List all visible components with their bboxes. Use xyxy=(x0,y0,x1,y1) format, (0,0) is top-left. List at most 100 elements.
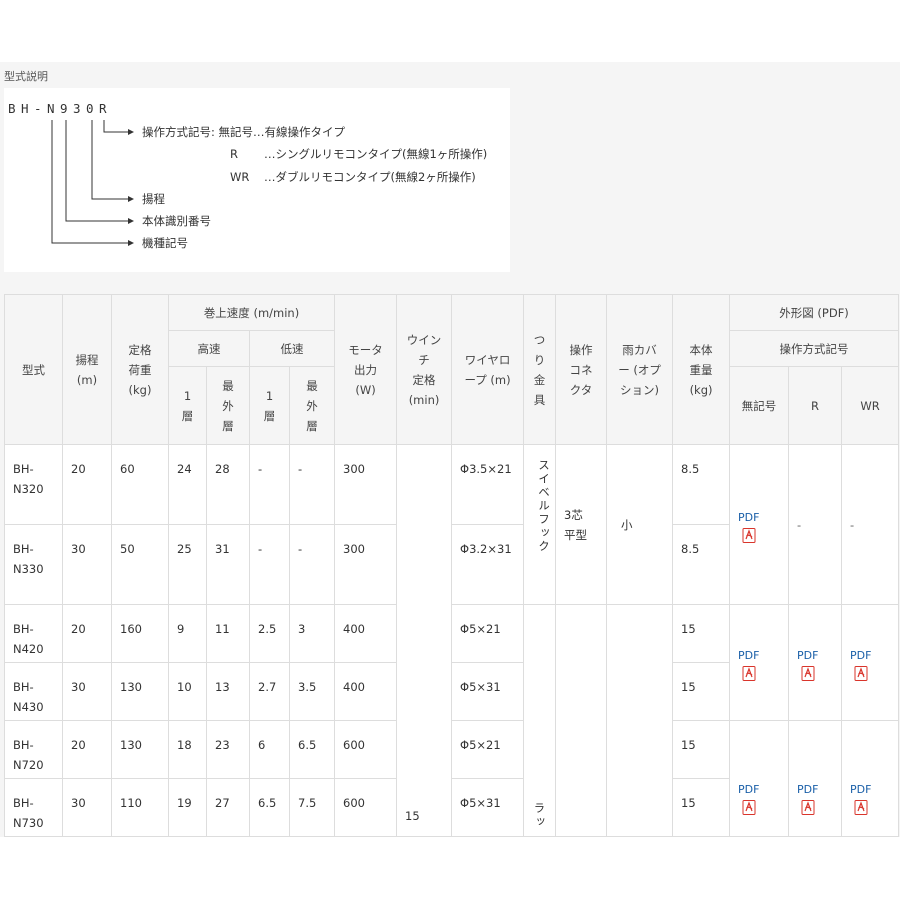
cell-pdf-r-n3: - xyxy=(788,444,843,605)
model-code-diagram: B H - N 9 3 0 R 操作方式記号: 無記号…有線操作タイプ R …シ… xyxy=(8,101,487,250)
code-char-3: 3 xyxy=(73,101,81,116)
cell-high-layer1: 24 xyxy=(168,444,207,525)
pdf-link-n4-wr[interactable]: PDF xyxy=(850,648,871,681)
cell-lift: 30 xyxy=(62,524,112,605)
cell-model: BH- N730 xyxy=(4,778,63,837)
pdf-icon xyxy=(742,527,756,543)
lift-label: 揚程 xyxy=(142,192,165,206)
code-char-0: 0 xyxy=(86,101,94,116)
header-weight: 本体 重量 (kg) xyxy=(672,294,731,445)
option-wr-desc: …ダブルリモコンタイプ(無線2ヶ所操作) xyxy=(264,170,476,184)
cell-connector-empty xyxy=(555,604,608,837)
pdf-icon xyxy=(742,665,756,681)
header-low-speed: 低速 xyxy=(248,330,336,367)
header-op-wr: WR xyxy=(841,366,900,445)
operation-type-label: 操作方式記号: 無記号…有線操作タイプ xyxy=(142,125,346,139)
cell-high-layer1: 25 xyxy=(168,524,207,605)
cell-wire: Φ5×31 xyxy=(451,778,525,837)
cell-wire: Φ3.5×21 xyxy=(451,444,525,525)
cell-high-layer1: 19 xyxy=(168,778,207,837)
pdf-link-n7-r[interactable]: PDF xyxy=(797,782,818,815)
cell-wire: Φ5×21 xyxy=(451,604,525,663)
header-wire: ワイヤロ ープ (m) xyxy=(451,294,525,445)
cell-high-outer: 11 xyxy=(206,604,250,663)
header-low-layer1: 1 層 xyxy=(249,366,290,445)
header-motor: モータ 出力 (W) xyxy=(334,294,398,445)
code-char-dash: - xyxy=(34,101,42,116)
code-connector-lines xyxy=(51,120,128,244)
cell-model: BH- N430 xyxy=(4,662,63,721)
cell-low-outer: 6.5 xyxy=(288,720,336,779)
header-op-r: R xyxy=(788,366,843,445)
cell-low-layer1: 6.5 xyxy=(249,778,290,837)
cell-weight: 15 xyxy=(672,662,731,721)
cell-load: 130 xyxy=(111,720,169,779)
cell-lift: 20 xyxy=(62,604,112,663)
cell-load: 110 xyxy=(111,778,169,837)
cell-motor: 400 xyxy=(334,662,398,721)
header-cover: 雨カバ ー (オプ ション) xyxy=(606,294,674,445)
header-hook: つ り 金 具 xyxy=(523,294,557,445)
cell-motor: 600 xyxy=(334,720,398,779)
cell-connector: 3芯 平型 xyxy=(555,444,608,605)
cell-load: 160 xyxy=(111,604,169,663)
option-wr-code: WR xyxy=(230,170,249,184)
cell-cover: 小 xyxy=(606,444,674,605)
header-high-layer1: 1 層 xyxy=(168,366,207,445)
cell-pdf-wr-n4: PDF xyxy=(841,604,900,721)
cell-low-outer: 3 xyxy=(288,604,336,663)
model-code-explanation: B H - N 9 3 0 R 操作方式記号: 無記号…有線操作タイプ R …シ… xyxy=(4,88,510,272)
dash: - xyxy=(797,517,802,532)
cell-model: BH- N330 xyxy=(4,524,63,605)
cell-high-outer: 23 xyxy=(206,720,250,779)
pdf-link-n3-none[interactable]: PDF xyxy=(738,510,759,543)
table-row: BH- N720 20 130 18 23 6 6.5 600 Φ5×21 15… xyxy=(4,720,900,837)
cell-low-layer1: 6 xyxy=(249,720,290,779)
cell-lift: 30 xyxy=(62,662,112,721)
cell-motor: 600 xyxy=(334,778,398,837)
pdf-label: PDF xyxy=(797,648,819,662)
cell-motor: 400 xyxy=(334,604,398,663)
cell-weight: 15 xyxy=(672,778,731,837)
cell-high-outer: 28 xyxy=(206,444,250,525)
cell-hook-latch: ラッ xyxy=(523,604,557,837)
header-op-symbol: 操作方式記号 xyxy=(729,330,900,367)
cell-pdf-none-n7: PDF xyxy=(729,720,790,837)
cell-low-outer: - xyxy=(288,444,336,525)
header-lift: 揚程 (m) xyxy=(62,294,112,445)
pdf-icon xyxy=(854,665,868,681)
table-row: BH- N320 20 60 24 28 - - 300 15 Φ3.5×21 … xyxy=(4,444,900,837)
code-char-h: H xyxy=(21,101,29,116)
cell-motor: 300 xyxy=(334,524,398,605)
cell-model: BH- N420 xyxy=(4,604,63,663)
header-winch: ウイン チ 定格 (min) xyxy=(396,294,453,445)
cell-winch: 15 xyxy=(396,444,453,837)
header-load: 定格 荷重 (kg) xyxy=(111,294,169,445)
pdf-link-n4-none[interactable]: PDF xyxy=(738,648,759,681)
cell-lift: 20 xyxy=(62,720,112,779)
model-type-label: 機種記号 xyxy=(142,236,188,250)
pdf-label: PDF xyxy=(738,782,760,796)
cell-load: 50 xyxy=(111,524,169,605)
pdf-link-n7-wr[interactable]: PDF xyxy=(850,782,871,815)
pdf-link-n7-none[interactable]: PDF xyxy=(738,782,759,815)
code-char-9: 9 xyxy=(60,101,68,116)
cell-model: BH- N320 xyxy=(4,444,63,525)
cell-pdf-r-n4: PDF xyxy=(788,604,843,721)
cell-low-layer1: 2.5 xyxy=(249,604,290,663)
cell-weight: 15 xyxy=(672,604,731,663)
header-outline: 外形図 (PDF) xyxy=(729,294,900,331)
code-char-n: N xyxy=(47,101,55,116)
pdf-link-n4-r[interactable]: PDF xyxy=(797,648,818,681)
header-low-outer: 最 外 層 xyxy=(288,366,336,445)
cell-model: BH- N720 xyxy=(4,720,63,779)
option-r-code: R xyxy=(230,147,238,161)
cell-weight: 8.5 xyxy=(672,524,731,605)
header-connector: 操作 コネ クタ xyxy=(555,294,608,445)
cell-high-outer: 31 xyxy=(206,524,250,605)
cell-motor: 300 xyxy=(334,444,398,525)
cell-load: 60 xyxy=(111,444,169,525)
cell-pdf-wr-n3: - xyxy=(841,444,900,605)
cell-low-outer: - xyxy=(288,524,336,605)
pdf-icon xyxy=(742,799,756,815)
